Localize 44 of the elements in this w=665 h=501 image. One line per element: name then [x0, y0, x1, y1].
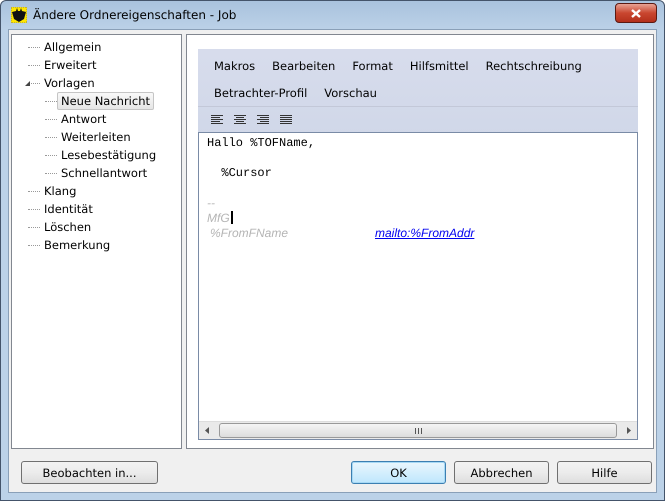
menu-item[interactable]: Rechtschreibung: [476, 58, 589, 72]
window-title: Ändere Ordnereigenschaften - Job: [33, 8, 238, 22]
expand-icon[interactable]: [24, 80, 31, 87]
dialog-button[interactable]: Abbrechen: [454, 461, 549, 484]
tree-item[interactable]: Erweitert: [40, 56, 100, 74]
text-line: %Cursor: [220, 165, 273, 180]
tree-item[interactable]: Lesebestätigung: [57, 146, 160, 164]
tree-item[interactable]: Schnellantwort: [57, 164, 152, 182]
align-icon: [211, 114, 223, 124]
horizontal-scrollbar[interactable]: [199, 421, 637, 439]
watch-in-button[interactable]: Beobachten in...: [21, 461, 158, 484]
editor-area[interactable]: Hallo %TOFName, %Cursor -- MfG %FromFName mailto:%FromAddr: [198, 132, 638, 440]
align-icon: [257, 114, 269, 124]
tree-item[interactable]: Weiterleiten: [57, 128, 135, 146]
scroll-left-icon: [205, 427, 209, 434]
close-icon: [631, 8, 641, 18]
tree-item[interactable]: Klang: [40, 182, 80, 200]
menu-item[interactable]: Hilfsmittel: [400, 58, 476, 72]
scroll-thumb[interactable]: [219, 423, 617, 438]
menu-item[interactable]: Makros: [204, 58, 262, 72]
tree-item[interactable]: Neue Nachricht: [57, 92, 154, 110]
tree-item[interactable]: Identität: [40, 200, 97, 218]
align-icon: [234, 114, 246, 124]
menu-item[interactable]: Format: [342, 58, 400, 72]
tree-item[interactable]: Löschen: [40, 218, 96, 236]
signature-text: MfG: [207, 210, 230, 224]
tree-item[interactable]: Vorlagen: [40, 74, 99, 92]
signature-text: --: [207, 196, 215, 210]
grip-icon: [414, 428, 422, 434]
menu-item[interactable]: Vorschau: [314, 86, 384, 100]
tree-item[interactable]: Antwort: [57, 110, 110, 128]
dialog-button[interactable]: OK: [351, 461, 446, 484]
scroll-right-icon: [627, 427, 631, 434]
signature-text: %FromFName: [209, 226, 290, 240]
menu-item[interactable]: Bearbeiten: [262, 58, 342, 72]
text-line: Hallo %TOFName,: [207, 135, 316, 150]
dialog-button[interactable]: Hilfe: [557, 461, 652, 484]
mailto-link[interactable]: mailto:%FromAddr: [375, 226, 474, 240]
menu-item[interactable]: Betrachter-Profil: [204, 86, 314, 100]
align-icon: [280, 114, 292, 124]
tree-item[interactable]: Bemerkung: [40, 236, 114, 254]
app-icon: [11, 7, 27, 23]
tree-item[interactable]: Allgemein: [40, 38, 106, 56]
close-button[interactable]: [615, 3, 657, 23]
